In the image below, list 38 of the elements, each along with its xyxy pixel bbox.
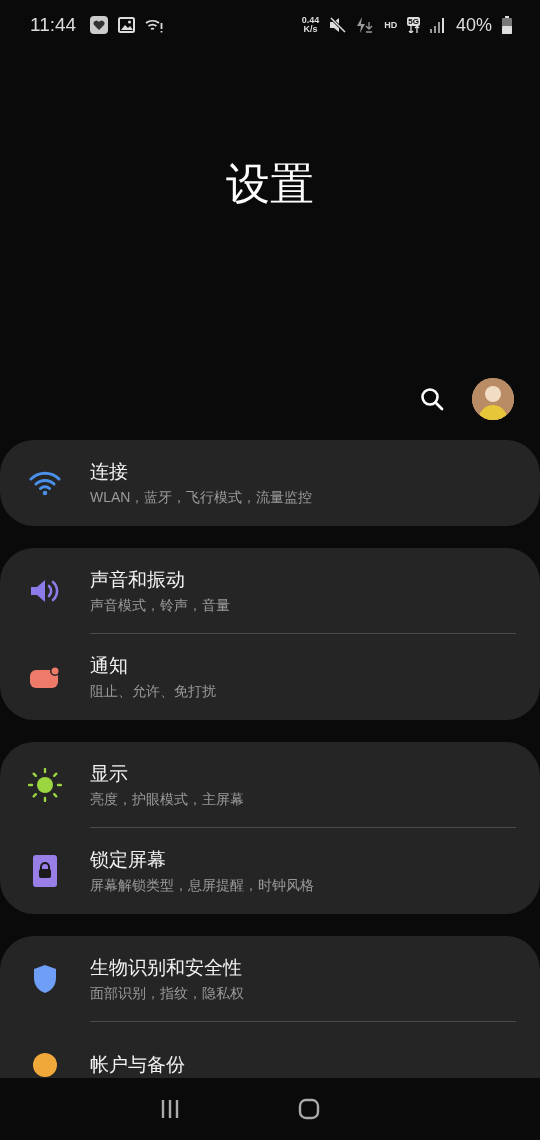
setting-title[interactable]: 通知: [90, 653, 216, 679]
setting-summary: 声音模式，铃声，音量: [90, 597, 230, 615]
image-icon: [118, 17, 136, 33]
shield-icon: [33, 964, 57, 994]
speaker-icon: [30, 578, 60, 604]
sun-icon: [28, 768, 62, 802]
home-button[interactable]: [298, 1098, 320, 1120]
battery-percent: 40%: [455, 14, 492, 36]
setting-title[interactable]: 连接: [90, 459, 313, 485]
setting-title[interactable]: 锁定屏幕: [90, 847, 314, 873]
setting-summary: 阻止、允许、免打扰: [90, 683, 216, 701]
avatar[interactable]: [472, 378, 514, 420]
wifi-icon: [29, 470, 61, 496]
wifi-alert-icon: [145, 17, 164, 33]
signal-icon: [429, 17, 446, 33]
setting-title[interactable]: 显示: [90, 761, 244, 787]
page-title: 设置: [226, 157, 314, 210]
net-speed-unit: K/s: [303, 25, 318, 34]
setting-summary: 面部识别，指纹，隐私权: [90, 985, 244, 1003]
account-icon: [32, 1052, 58, 1078]
setting-title[interactable]: 帐户与备份: [90, 1052, 185, 1078]
hd-label: HD: [384, 20, 398, 30]
search-button[interactable]: [420, 387, 444, 411]
mute-icon: [329, 17, 347, 33]
lock-icon: [32, 854, 58, 888]
setting-summary: 亮度，护眼模式，主屏幕: [90, 791, 244, 809]
setting-summary: WLAN，蓝牙，飞行模式，流量监控: [90, 489, 313, 507]
battery-icon: [502, 16, 512, 34]
setting-title[interactable]: 生物识别和安全性: [90, 955, 244, 981]
network-label: 5G: [407, 17, 420, 26]
status-time: 11:44: [30, 14, 77, 36]
charging-download-icon: [356, 17, 375, 33]
app-notification-icon: [90, 16, 109, 34]
setting-summary: 屏幕解锁类型，息屏提醒，时钟风格: [90, 877, 314, 895]
net-speed-value: 0.44: [301, 16, 320, 25]
notification-icon: [29, 665, 61, 689]
setting-title[interactable]: 声音和振动: [90, 567, 230, 593]
recent-apps-button[interactable]: [160, 1099, 180, 1119]
